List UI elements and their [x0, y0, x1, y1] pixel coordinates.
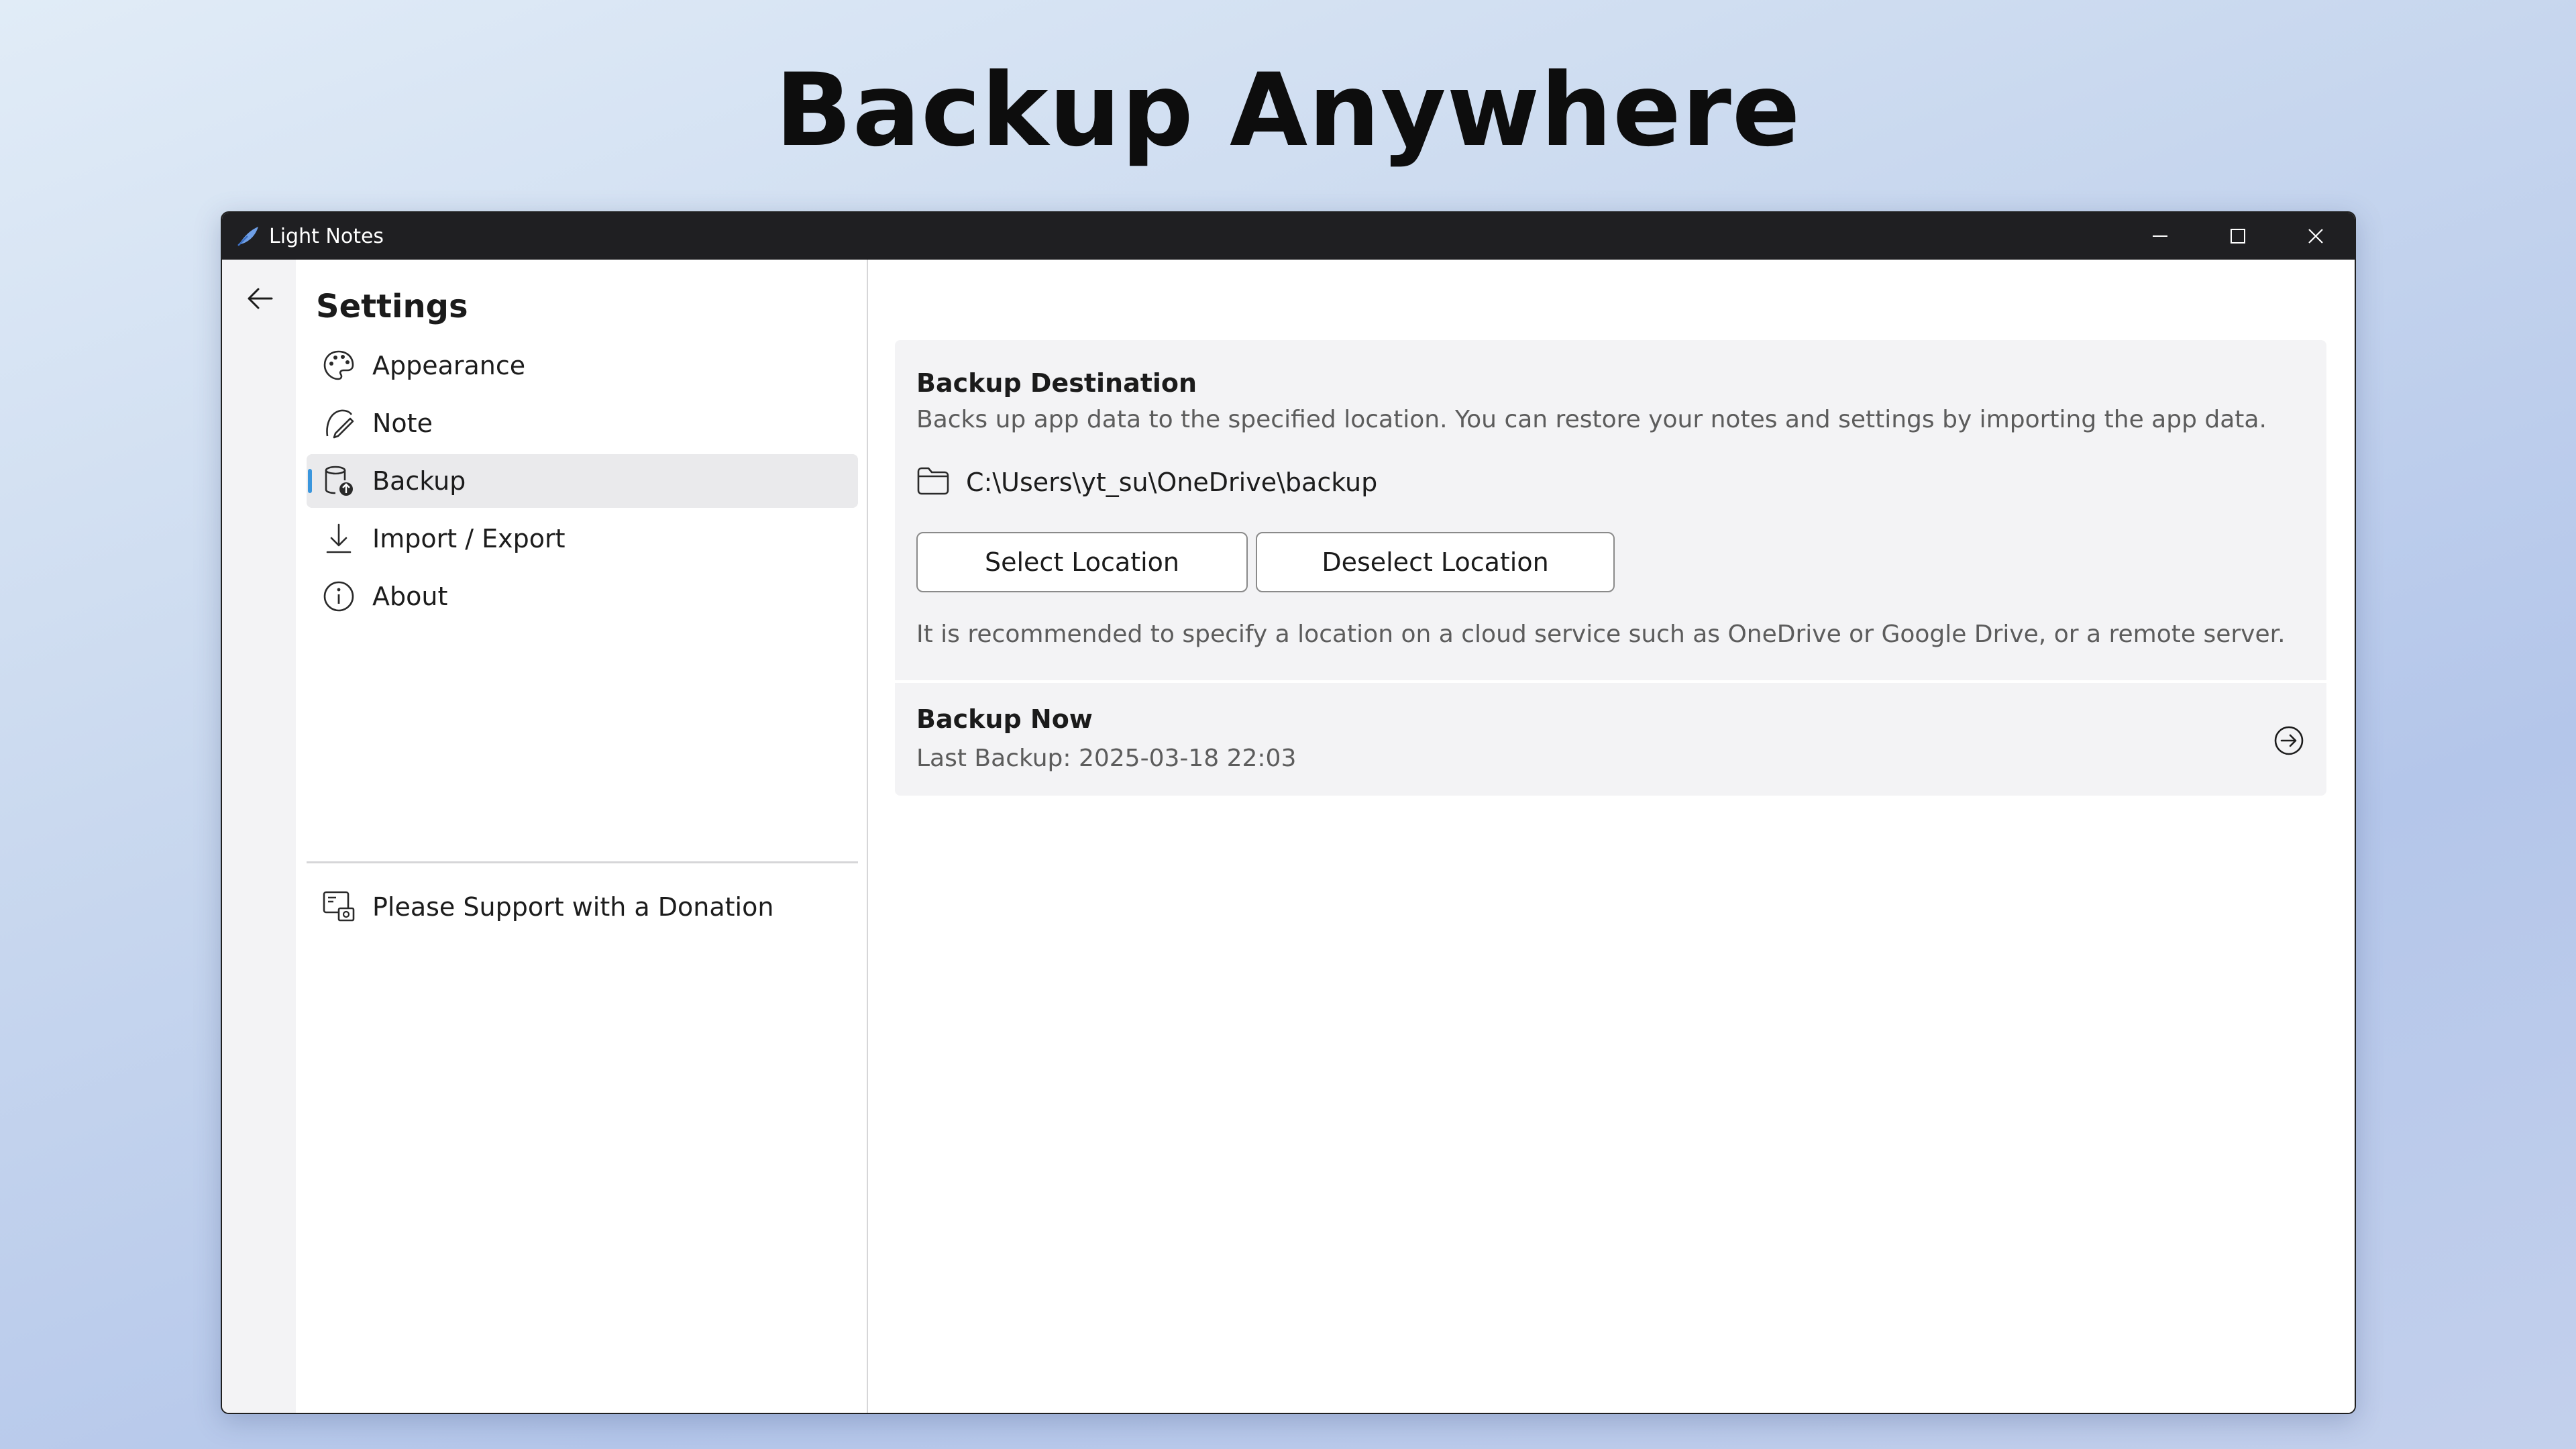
nav-item-about[interactable]: About — [307, 570, 858, 623]
donation-icon — [320, 888, 358, 926]
nav-item-appearance[interactable]: Appearance — [307, 339, 858, 392]
close-icon — [2308, 229, 2323, 244]
nav-item-label: Backup — [372, 466, 466, 496]
backup-path: C:\Users\yt_su\OneDrive\backup — [966, 468, 1378, 497]
backup-path-row: C:\Users\yt_su\OneDrive\backup — [916, 466, 1377, 498]
backup-hint: It is recommended to specify a location … — [916, 621, 2286, 648]
backup-now-button[interactable] — [2270, 722, 2308, 759]
feather-icon — [234, 223, 261, 250]
database-upload-icon — [320, 462, 358, 500]
backup-destination-title: Backup Destination — [916, 368, 1197, 398]
backup-destination-card: Backup Destination Backs up app data to … — [895, 340, 2326, 680]
app-title: Light Notes — [269, 224, 384, 248]
backup-now-card[interactable]: Backup Now Last Backup: 2025-03-18 22:03 — [895, 683, 2326, 796]
app-window: Light Notes Settings Appearance Note Bac… — [221, 211, 2356, 1414]
settings-title: Settings — [316, 288, 468, 325]
download-icon — [320, 520, 358, 557]
backup-settings-content: Backup Destination Backs up app data to … — [868, 260, 2355, 1413]
page-headline: Backup Anywhere — [775, 52, 1801, 169]
title-bar[interactable]: Light Notes — [222, 213, 2355, 260]
info-icon — [320, 578, 358, 615]
nav-item-label: Note — [372, 409, 433, 438]
nav-divider — [307, 861, 858, 863]
select-location-button[interactable]: Select Location — [916, 532, 1248, 592]
nav-item-import-export[interactable]: Import / Export — [307, 512, 858, 566]
back-arrow-icon — [248, 288, 273, 309]
window-controls — [2121, 213, 2355, 260]
maximize-button[interactable] — [2199, 213, 2277, 260]
settings-nav: Settings Appearance Note Backup Import /… — [296, 260, 868, 1413]
minimize-button[interactable] — [2121, 213, 2199, 260]
minimize-icon — [2153, 235, 2167, 237]
nav-item-label: Please Support with a Donation — [372, 892, 774, 922]
deselect-location-button[interactable]: Deselect Location — [1256, 532, 1615, 592]
nav-item-backup[interactable]: Backup — [307, 454, 858, 508]
backup-destination-description: Backs up app data to the specified locat… — [916, 406, 2267, 433]
palette-icon — [320, 347, 358, 384]
left-rail — [222, 260, 296, 1413]
note-edit-icon — [320, 405, 358, 442]
nav-item-label: Appearance — [372, 351, 526, 380]
nav-item-donation[interactable]: Please Support with a Donation — [307, 880, 858, 934]
maximize-icon — [2231, 229, 2245, 244]
nav-item-note[interactable]: Note — [307, 396, 858, 450]
backup-now-title: Backup Now — [916, 704, 1093, 734]
close-button[interactable] — [2277, 213, 2355, 260]
folder-icon — [916, 466, 950, 498]
nav-item-label: About — [372, 582, 448, 611]
back-button[interactable] — [242, 281, 277, 316]
active-indicator — [308, 469, 312, 493]
arrow-circle-right-icon — [2274, 726, 2304, 755]
last-backup-time: Last Backup: 2025-03-18 22:03 — [916, 745, 1297, 772]
nav-item-label: Import / Export — [372, 524, 566, 553]
